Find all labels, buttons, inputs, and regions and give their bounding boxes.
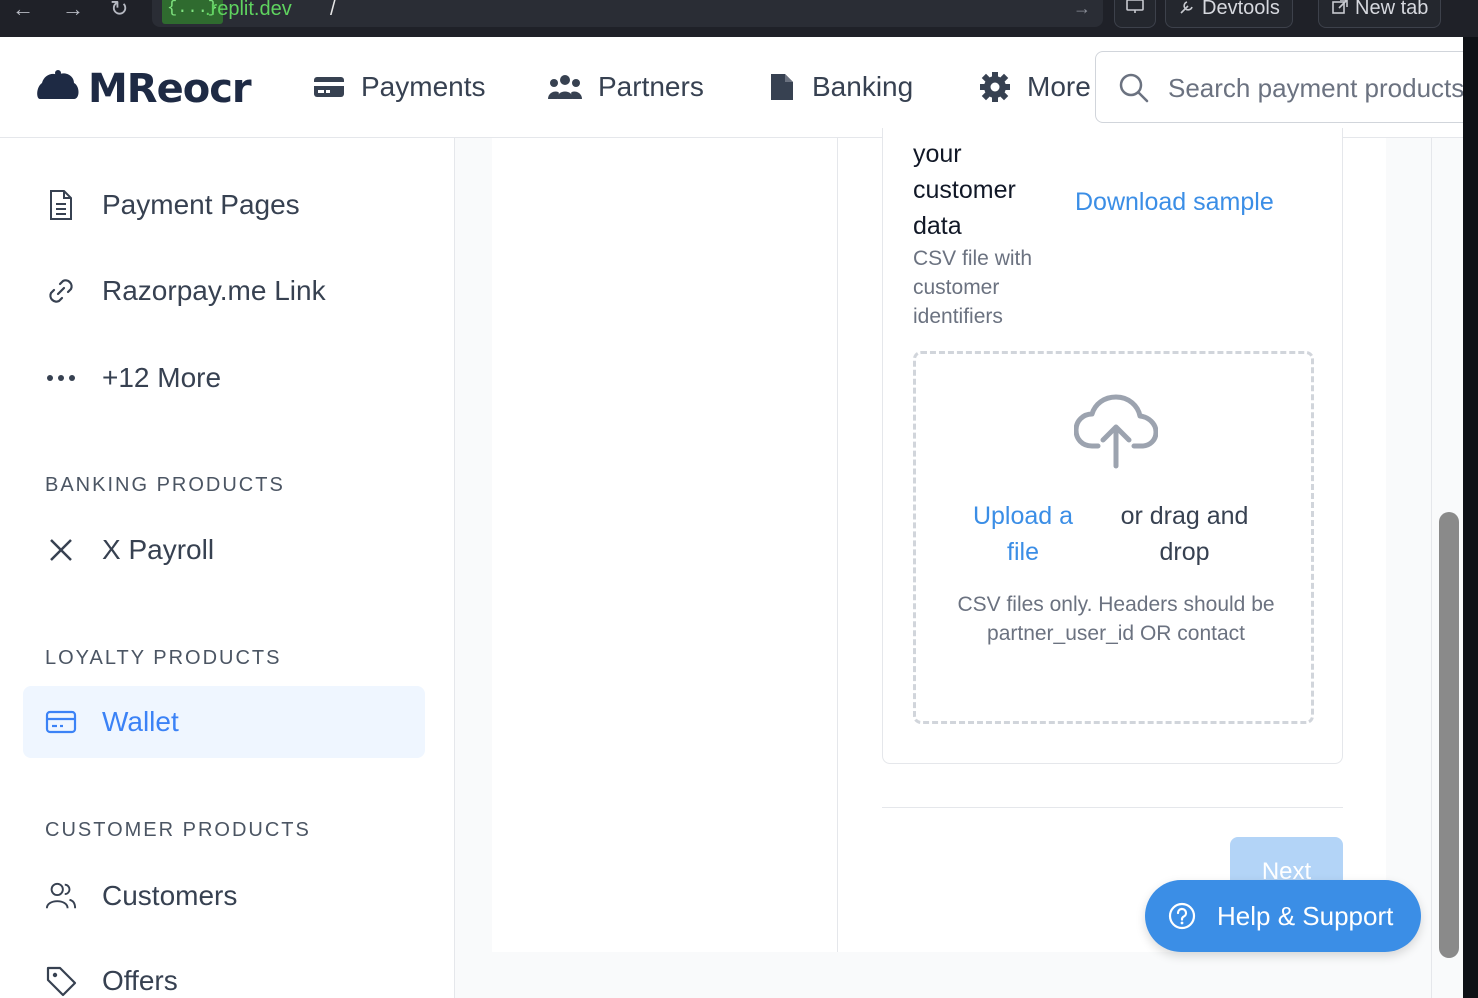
nav-partners-label: Partners <box>598 71 704 102</box>
loyalty-products-heading: LOYALTY PRODUCTS <box>45 647 282 669</box>
browser-toolbar: ← → ↻ {...} .replit.dev / → Devtools New… <box>0 0 1478 37</box>
upload-card: your customer data CSV file with custome… <box>882 128 1343 764</box>
wallet-icon <box>45 706 77 738</box>
wrench-icon <box>1180 1 1193 14</box>
nav-more-label: More <box>1027 71 1091 102</box>
banking-products-heading: BANKING PRODUCTS <box>45 474 285 496</box>
back-arrow-icon[interactable]: ← <box>12 0 34 22</box>
sidebar-item-razorpay-link[interactable]: Razorpay.me Link <box>23 255 425 327</box>
credit-card-icon <box>314 77 344 97</box>
file-drop-zone[interactable]: Upload a file or drag and drop CSV files… <box>913 351 1314 724</box>
scrollbar-thumb[interactable] <box>1439 512 1459 958</box>
upload-note: CSV files only. Headers should be partne… <box>957 593 1275 645</box>
forward-arrow-icon[interactable]: → <box>62 0 84 22</box>
go-arrow-icon[interactable]: → <box>1073 0 1091 19</box>
sidebar-item-offers[interactable]: Offers <box>23 945 425 998</box>
monitor-icon <box>1126 0 1144 13</box>
link-icon <box>45 275 77 307</box>
nav-more[interactable]: More <box>979 67 1091 107</box>
download-sample-link[interactable]: Download sample <box>1075 188 1274 217</box>
help-support-label: Help & Support <box>1217 900 1394 931</box>
main-content: your customer data CSV file with custome… <box>455 128 1463 998</box>
gear-icon <box>980 72 1010 102</box>
nav-payments[interactable]: Payments <box>313 67 486 107</box>
nav-banking-label: Banking <box>812 71 914 102</box>
nav-partners[interactable]: Partners <box>548 67 704 107</box>
sidebar-item-x-payroll[interactable]: X Payroll <box>23 514 425 586</box>
top-navbar: MReocr Payments Partners Banking More Se… <box>0 37 1463 138</box>
sidebar: Payment Pages Razorpay.me Link +12 More … <box>0 138 455 998</box>
devtools-label: Devtools <box>1202 0 1280 19</box>
sidebar-item-label: Razorpay.me Link <box>102 275 326 306</box>
new-tab-label: New tab <box>1355 0 1429 19</box>
sidebar-item-customers[interactable]: Customers <box>23 860 425 932</box>
users-outline-icon <box>45 880 77 912</box>
actions-divider <box>882 807 1343 808</box>
search-icon <box>1119 73 1149 103</box>
sidebar-item-label: Wallet <box>102 706 179 737</box>
nav-payments-label: Payments <box>361 71 486 102</box>
upload-label: your customer data <box>913 140 1016 240</box>
sidebar-item-wallet[interactable]: Wallet <box>23 686 425 758</box>
upload-sublabel: CSV file with customer identifiers <box>913 247 1033 328</box>
x-icon <box>45 534 77 566</box>
sidebar-item-label: +12 More <box>102 362 222 393</box>
nav-banking[interactable]: Banking <box>768 67 913 107</box>
search-placeholder: Search payment products <box>1168 73 1463 103</box>
address-bar[interactable]: {...} .replit.dev / → <box>152 0 1103 27</box>
url-host: .replit.dev <box>205 0 292 20</box>
sidebar-item-label: Customers <box>102 880 238 911</box>
form-panel: your customer data CSV file with custome… <box>492 128 1386 952</box>
device-preview-button[interactable] <box>1114 0 1156 28</box>
tag-icon <box>45 965 77 997</box>
external-link-icon <box>1332 0 1348 14</box>
column-divider <box>837 138 838 952</box>
users-icon <box>548 75 582 99</box>
logo-mark-icon <box>37 70 79 99</box>
sidebar-item-label: X Payroll <box>102 534 215 565</box>
search-input[interactable]: Search payment products <box>1095 51 1463 123</box>
ellipsis-icon <box>45 362 77 394</box>
question-circle-icon <box>1168 902 1196 930</box>
document-icon <box>771 74 793 100</box>
scrollbar[interactable] <box>1431 138 1463 998</box>
window-edge <box>1463 37 1478 998</box>
sidebar-item-label: Payment Pages <box>102 189 300 220</box>
reload-icon[interactable]: ↻ <box>110 0 128 22</box>
devtools-button[interactable]: Devtools <box>1165 0 1293 28</box>
url-path: / <box>330 0 336 20</box>
app-viewport: MReocr Payments Partners Banking More Se… <box>0 37 1463 998</box>
sidebar-item-payment-pages[interactable]: Payment Pages <box>23 169 425 241</box>
sidebar-item-more[interactable]: +12 More <box>23 342 425 414</box>
brand-name: MReocr <box>88 66 252 112</box>
customer-products-heading: CUSTOMER PRODUCTS <box>45 819 311 841</box>
help-support-button[interactable]: Help & Support <box>1145 880 1421 952</box>
document-text-icon <box>45 189 77 221</box>
cloud-upload-icon <box>1074 394 1158 469</box>
new-tab-button[interactable]: New tab <box>1318 0 1442 28</box>
drag-drop-text: or drag and drop <box>1120 502 1249 566</box>
sidebar-item-label: Offers <box>102 965 178 996</box>
upload-file-link[interactable]: Upload a file <box>958 498 1088 570</box>
